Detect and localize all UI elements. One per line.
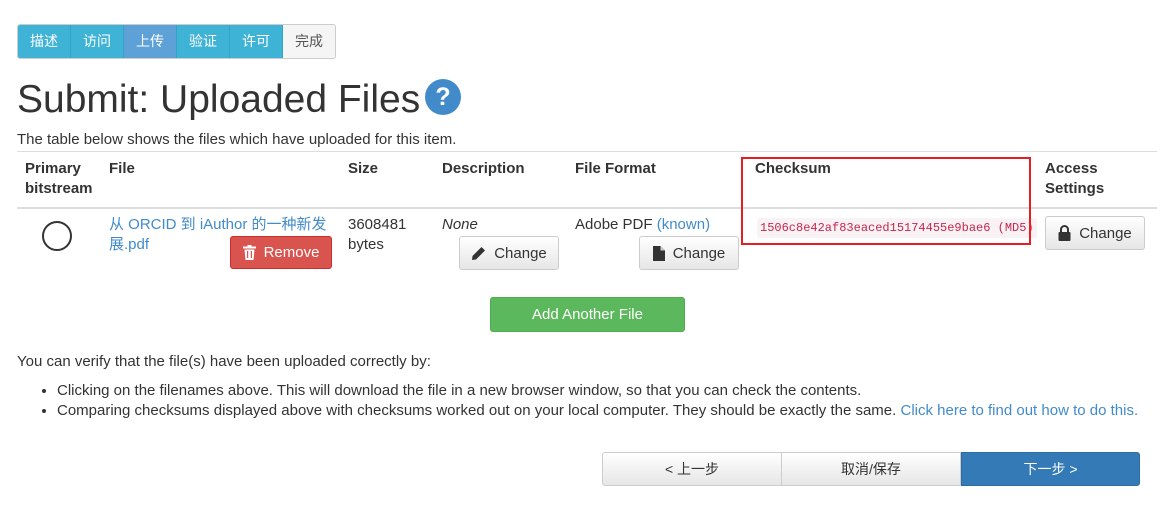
- cancel-save-button[interactable]: 取消/保存: [782, 452, 961, 486]
- next-label: 下一步 >: [1023, 461, 1078, 477]
- verify-item-2: Comparing checksums displayed above with…: [57, 402, 897, 419]
- header-primary-bitstream: Primary bitstream: [25, 159, 93, 199]
- header-primary-line1: Primary: [25, 160, 81, 177]
- step-complete: 完成: [283, 25, 335, 58]
- file-format: Adobe PDF (known): [575, 215, 710, 235]
- header-access-line2: Settings: [1045, 180, 1105, 197]
- change-description-label: Change: [494, 244, 547, 262]
- file-icon: [652, 245, 665, 261]
- header-access-line1: Access: [1045, 160, 1098, 177]
- table-top-border: [17, 151, 1157, 152]
- verify-item-1: Clicking on the filenames above. This wi…: [57, 382, 862, 399]
- next-button[interactable]: 下一步 >: [961, 452, 1140, 486]
- step-license[interactable]: 许可: [230, 25, 283, 58]
- format-known-link[interactable]: (known): [657, 216, 710, 233]
- pencil-icon: [472, 246, 486, 260]
- verify-text: You can verify that the file(s) have bee…: [17, 353, 431, 370]
- previous-button[interactable]: < 上一步: [602, 452, 782, 486]
- intro-text: The table below shows the files which ha…: [17, 131, 457, 148]
- checksum-highlight-box: [741, 157, 1031, 245]
- header-description: Description: [442, 160, 525, 177]
- remove-button-label: Remove: [263, 244, 320, 261]
- step-upload[interactable]: 上传: [124, 25, 177, 58]
- file-size: 3608481 bytes: [348, 215, 406, 255]
- file-size-unit: bytes: [348, 236, 384, 253]
- change-format-button[interactable]: Change: [639, 236, 739, 270]
- trash-icon: [242, 245, 256, 260]
- verify-list: Clicking on the filenames above. This wi…: [17, 381, 1138, 421]
- change-access-label: Change: [1079, 224, 1132, 242]
- cancel-save-label: 取消/保存: [841, 461, 901, 477]
- primary-bitstream-radio[interactable]: [42, 221, 72, 251]
- checksum-help-link[interactable]: Click here to find out how to do this.: [900, 402, 1138, 419]
- add-another-file-button[interactable]: Add Another File: [490, 297, 685, 332]
- file-format-value: Adobe PDF: [575, 216, 653, 233]
- progress-steps: 描述 访问 上传 验证 许可 完成: [17, 24, 336, 59]
- change-access-button[interactable]: Change: [1045, 216, 1145, 250]
- question-circle-icon[interactable]: ?: [425, 79, 461, 115]
- step-access[interactable]: 访问: [71, 25, 124, 58]
- list-item: Clicking on the filenames above. This wi…: [57, 381, 1138, 401]
- step-verify[interactable]: 验证: [177, 25, 230, 58]
- header-file: File: [109, 160, 135, 177]
- description-value: None: [442, 216, 478, 233]
- change-description-button[interactable]: Change: [459, 236, 559, 270]
- step-describe[interactable]: 描述: [18, 25, 71, 58]
- file-name-line1[interactable]: 从 ORCID 到 iAuthor 的一种新发: [109, 215, 334, 235]
- change-format-label: Change: [672, 244, 726, 262]
- file-size-value: 3608481: [348, 216, 407, 233]
- list-item: Comparing checksums displayed above with…: [57, 401, 1138, 421]
- page-title: Submit: Uploaded Files: [17, 78, 421, 121]
- header-size: Size: [348, 160, 379, 177]
- navigation-buttons: < 上一步 取消/保存 下一步 >: [602, 452, 1140, 486]
- add-another-file-label: Add Another File: [532, 306, 643, 323]
- header-access-settings: Access Settings: [1045, 159, 1104, 199]
- remove-button[interactable]: Remove: [230, 236, 332, 269]
- header-file-format: File Format: [575, 160, 656, 177]
- header-primary-line2: bitstream: [25, 180, 93, 197]
- lock-icon: [1058, 225, 1071, 241]
- previous-label: < 上一步: [664, 461, 720, 477]
